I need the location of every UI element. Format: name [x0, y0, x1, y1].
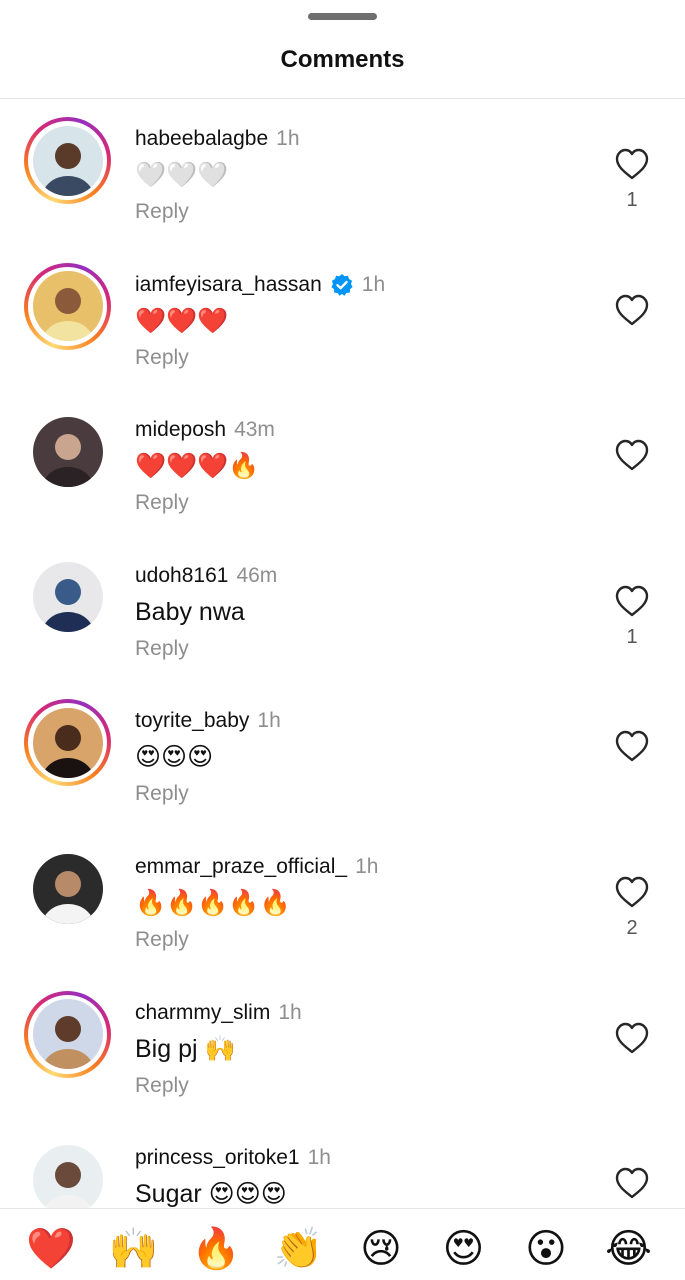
heart-icon[interactable] — [614, 293, 650, 329]
comment-text: 😍😍😍 — [135, 743, 214, 772]
comment-timestamp: 1h — [257, 709, 281, 733]
comment-username[interactable]: udoh8161 — [135, 564, 228, 588]
comment-row: emmar_praze_official_ 1h 🔥🔥🔥🔥🔥 Reply 2 — [0, 828, 685, 974]
comment-username[interactable]: toyrite_baby — [135, 709, 249, 733]
comment-text: Big pj 🙌 — [135, 1034, 236, 1063]
emoji-tears-of-joy-button[interactable]: 😂 — [599, 1223, 659, 1275]
verified-badge-icon — [331, 273, 353, 296]
comment-timestamp: 1h — [276, 127, 300, 150]
emoji-crying-face-button[interactable]: 😢 — [351, 1223, 411, 1275]
comment-row: charmmy_slim 1h Big pj 🙌 Reply — [0, 974, 685, 1120]
comment-username[interactable]: habeebalagbe — [135, 127, 268, 151]
emoji-surprised-face-button[interactable]: 😮 — [516, 1223, 576, 1275]
comment-row: udoh8161 46m Baby nwa Reply 1 — [0, 537, 685, 683]
avatar[interactable] — [24, 1136, 111, 1208]
reply-button[interactable]: Reply — [135, 1074, 189, 1098]
reply-button[interactable]: Reply — [135, 200, 189, 224]
comment-username[interactable]: mideposh — [135, 418, 226, 442]
emoji-raised-hands-button[interactable]: 🙌 — [104, 1223, 164, 1275]
reply-button[interactable]: Reply — [135, 346, 189, 370]
like-count: 1 — [626, 189, 638, 211]
avatar[interactable] — [24, 699, 111, 787]
avatar[interactable] — [24, 845, 111, 932]
comment-row: mideposh 43m ❤️❤️❤️🔥 Reply — [0, 391, 685, 537]
avatar[interactable] — [24, 262, 111, 350]
avatar[interactable] — [24, 117, 111, 204]
comment-timestamp: 1h — [278, 1000, 302, 1024]
comment-text: Sugar 😍😍😍 — [135, 1180, 287, 1208]
reply-button[interactable]: Reply — [135, 491, 189, 515]
like-count: 1 — [626, 625, 638, 648]
heart-icon[interactable] — [614, 729, 650, 765]
comment-username[interactable]: emmar_praze_official_ — [135, 855, 347, 879]
comment-text: 🤍🤍🤍 — [135, 161, 229, 189]
comment-text: 🔥🔥🔥🔥🔥 — [135, 889, 291, 917]
page-title: Comments — [280, 46, 405, 73]
comment-list[interactable]: habeebalagbe 1h 🤍🤍🤍 Reply 1 iamfeyisara_hassa… — [0, 100, 685, 1208]
heart-icon[interactable] — [614, 875, 650, 911]
heart-icon[interactable] — [614, 1021, 650, 1057]
emoji-heart-button[interactable]: ❤️ — [21, 1223, 81, 1275]
comment-text: ❤️❤️❤️🔥 — [135, 452, 260, 481]
avatar[interactable] — [24, 554, 111, 641]
emoji-fire-button[interactable]: 🔥 — [186, 1223, 246, 1275]
heart-icon[interactable] — [614, 584, 650, 620]
emoji-quick-reaction-bar: ❤️ 🙌 🔥 👏 😢 😍 😮 😂 — [0, 1208, 685, 1280]
emoji-heart-eyes-button[interactable]: 😍 — [434, 1223, 494, 1275]
avatar[interactable] — [24, 408, 111, 495]
comment-timestamp: 43m — [234, 418, 275, 442]
comment-timestamp: 1h — [307, 1146, 331, 1170]
like-count: 2 — [626, 917, 638, 939]
comment-username[interactable]: charmmy_slim — [135, 1001, 270, 1025]
comment-timestamp: 1h — [361, 272, 386, 296]
comment-row: habeebalagbe 1h 🤍🤍🤍 Reply 1 — [0, 100, 685, 246]
drag-handle[interactable] — [308, 13, 377, 20]
emoji-clapping-hands-button[interactable]: 👏 — [269, 1223, 329, 1275]
comment-row: toyrite_baby 1h 😍😍😍 Reply — [0, 682, 685, 828]
comment-username[interactable]: iamfeyisara_hassan — [135, 273, 322, 297]
reply-button[interactable]: Reply — [135, 637, 189, 661]
reply-button[interactable]: Reply — [135, 928, 189, 952]
heart-icon[interactable] — [614, 147, 650, 183]
comment-text: Baby nwa — [135, 597, 245, 626]
comments-sheet: Comments habeebalagbe 1h 🤍🤍🤍 Reply 1 iamfeyis… — [0, 0, 685, 1280]
heart-icon[interactable] — [614, 438, 650, 474]
comment-row: princess_oritoke1 1h Sugar 😍😍😍 — [0, 1119, 685, 1208]
reply-button[interactable]: Reply — [135, 782, 189, 806]
comment-timestamp: 1h — [355, 855, 379, 878]
comment-username[interactable]: princess_oritoke1 — [135, 1146, 300, 1170]
header-divider — [0, 98, 685, 99]
comment-timestamp: 46m — [236, 563, 278, 587]
comment-text: ❤️❤️❤️ — [135, 306, 229, 335]
heart-icon[interactable] — [614, 1166, 650, 1202]
avatar[interactable] — [24, 990, 111, 1078]
comment-row: iamfeyisara_hassan 1h ❤️❤️❤️ Reply — [0, 246, 685, 392]
